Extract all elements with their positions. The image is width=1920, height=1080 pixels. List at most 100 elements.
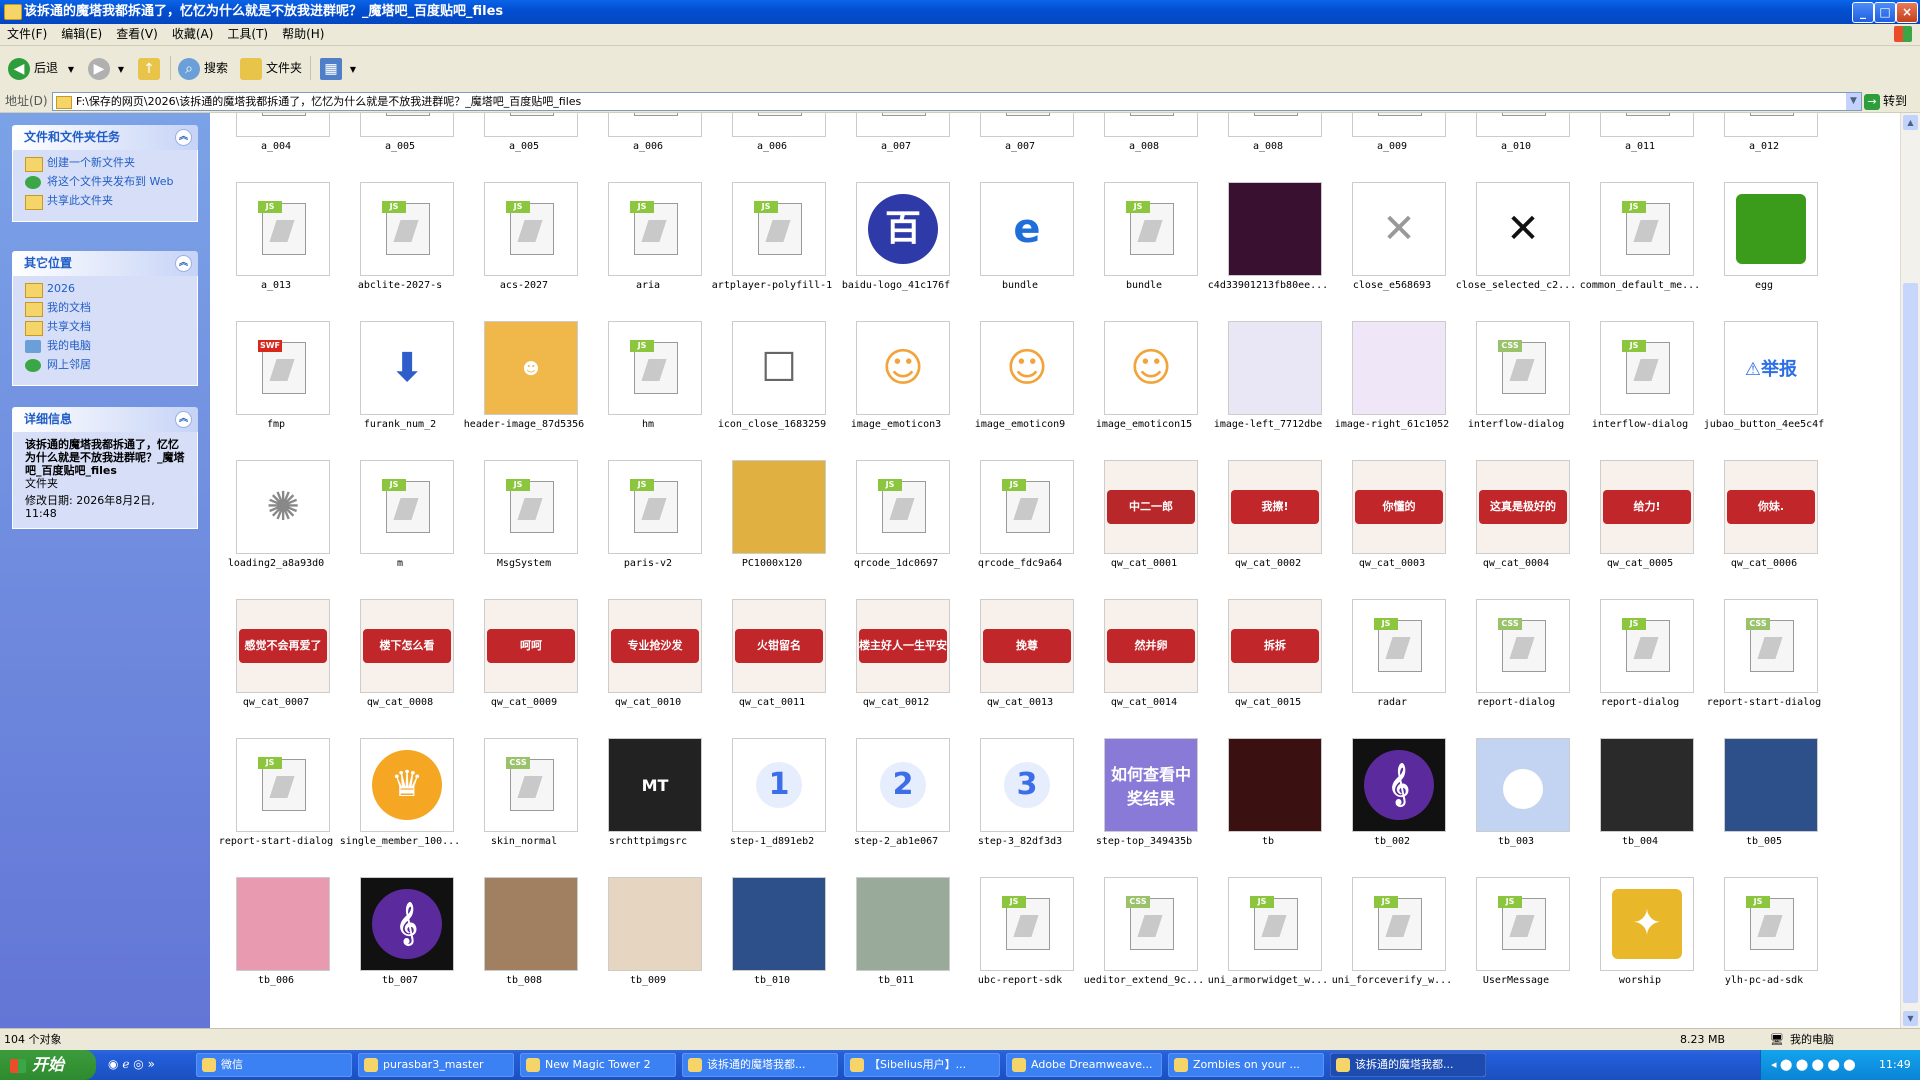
details-header[interactable]: 详细信息 ︽ [12,407,198,432]
file-item[interactable]: JS a_012 [1702,113,1826,178]
file-thumbnail[interactable]: MT [608,738,702,832]
file-item[interactable]: CSS report-dialog [1454,599,1578,734]
file-item[interactable]: JS report-start-dialog [214,738,338,873]
file-item[interactable]: JS report-dialog [1578,599,1702,734]
scroll-down-icon[interactable]: ▼ [1903,1011,1918,1026]
file-item[interactable]: 楼下怎么看 qw_cat_0008 [338,599,462,734]
collapse-chevron-icon[interactable]: ︽ [175,129,192,146]
menu-edit[interactable]: 编辑(E) [54,24,109,45]
file-thumbnail[interactable] [1724,182,1818,276]
file-thumbnail[interactable]: 1 [732,738,826,832]
file-thumbnail[interactable]: JS [980,113,1074,137]
file-item[interactable]: JS m [338,460,462,595]
file-thumbnail[interactable]: JS [608,321,702,415]
file-item[interactable]: ✕ close_selected_c2... [1454,182,1578,317]
file-thumbnail[interactable]: CSS [856,113,950,137]
file-thumbnail[interactable]: 我擦! [1228,460,1322,554]
file-item[interactable]: JS acs-2027 [462,182,586,317]
file-item[interactable]: tb [1206,738,1330,873]
file-item[interactable]: JS qrcode_1dc0697 [834,460,958,595]
media-player-icon[interactable]: ◎ [133,1057,143,1071]
file-thumbnail[interactable]: e [980,182,1074,276]
file-item[interactable]: 如何查看中奖结果 step-top_349435b [1082,738,1206,873]
file-item[interactable]: 挽尊 qw_cat_0013 [958,599,1082,734]
file-item[interactable]: CSS ueditor_extend_9c... [1082,877,1206,1012]
file-item[interactable]: JS radar [1330,599,1454,734]
file-thumbnail[interactable]: JS [1104,182,1198,276]
file-item[interactable]: CSS a_005 [338,113,462,178]
place-shared-documents[interactable]: 共享文档 [25,320,189,336]
menu-tools[interactable]: 工具(T) [220,24,275,45]
back-button[interactable]: ◀ 后退 ▼ [8,54,74,82]
file-item[interactable]: ☺ image_emoticon9 [958,321,1082,456]
file-item[interactable]: image-left_7712dbe [1206,321,1330,456]
file-item[interactable]: JS common_default_me... [1578,182,1702,317]
file-item[interactable]: 你懂的 qw_cat_0003 [1330,460,1454,595]
file-item[interactable]: 给力! qw_cat_0005 [1578,460,1702,595]
file-thumbnail[interactable]: JS [484,182,578,276]
file-thumbnail[interactable]: 然并卵 [1104,599,1198,693]
file-thumbnail[interactable]: JS [236,182,330,276]
file-item[interactable]: JS a_013 [214,182,338,317]
file-item[interactable]: JS a_009 [1330,113,1454,178]
file-thumbnail[interactable] [1600,738,1694,832]
file-thumbnail[interactable]: 感觉不会再爱了 [236,599,330,693]
file-item[interactable]: JS a_010 [1454,113,1578,178]
file-thumbnail[interactable]: 楼主好人一生平安 [856,599,950,693]
task-new-folder[interactable]: 创建一个新文件夹 [25,156,189,172]
file-thumbnail[interactable]: 𝄞 [1352,738,1446,832]
file-thumbnail[interactable]: 拆拆 [1228,599,1322,693]
file-thumbnail[interactable]: JS [1600,113,1694,137]
file-thumbnail[interactable]: ✦ [1600,877,1694,971]
file-item[interactable]: JS a_006 [710,113,834,178]
file-item[interactable]: ⚠举报 jubao_button_4ee5c4f [1702,321,1826,456]
file-thumbnail[interactable]: JS [1724,113,1818,137]
file-thumbnail[interactable]: ☐ [732,321,826,415]
collapse-chevron-icon[interactable]: ︽ [175,411,192,428]
file-item[interactable]: JS aria [586,182,710,317]
file-thumbnail[interactable] [1228,182,1322,276]
ie-icon[interactable]: ℯ [122,1057,129,1071]
vertical-scrollbar[interactable]: ▲ ▼ [1900,113,1920,1028]
views-button[interactable]: ▦ ▼ [320,54,356,82]
file-thumbnail[interactable] [484,877,578,971]
file-thumbnail[interactable]: 挽尊 [980,599,1074,693]
file-thumbnail[interactable]: 如何查看中奖结果 [1104,738,1198,832]
file-thumbnail[interactable]: ✺ [236,460,330,554]
file-item[interactable]: tb_011 [834,877,958,1012]
file-item[interactable]: JS MsgSystem [462,460,586,595]
file-thumbnail[interactable]: 𝄞 [360,877,454,971]
file-item[interactable]: JS bundle [1082,182,1206,317]
file-item[interactable]: 感觉不会再爱了 qw_cat_0007 [214,599,338,734]
file-thumbnail[interactable]: JS [1352,877,1446,971]
file-item[interactable]: egg [1702,182,1826,317]
file-tasks-header[interactable]: 文件和文件夹任务 ︽ [12,125,198,150]
file-item[interactable]: 𝄞 tb_002 [1330,738,1454,873]
file-thumbnail[interactable]: 2 [856,738,950,832]
file-thumbnail[interactable]: ☻ [484,321,578,415]
file-thumbnail[interactable]: 这真是极好的 [1476,460,1570,554]
minimize-button[interactable]: _ [1852,2,1874,23]
file-item[interactable]: 呵呵 qw_cat_0009 [462,599,586,734]
up-folder-button[interactable]: ↑ [138,54,164,82]
start-button[interactable]: 开始 [0,1050,96,1080]
file-item[interactable]: SWF fmp [214,321,338,456]
file-thumbnail[interactable] [1476,738,1570,832]
file-thumbnail[interactable]: CSS [608,113,702,137]
file-item[interactable]: ⬇ furank_num_2 [338,321,462,456]
scroll-thumb[interactable] [1903,283,1918,1003]
file-item[interactable]: ☺ image_emoticon15 [1082,321,1206,456]
show-desktop-icon[interactable]: ◉ [108,1057,118,1071]
tray-icons[interactable]: ◂ ⬤ ⬤ ⬤ ⬤ ⬤ [1771,1050,1856,1080]
file-item[interactable]: 百度贴吧 baidu-logo_41c176f [834,182,958,317]
file-item[interactable]: PC1000x120 [710,460,834,595]
file-item[interactable]: JS paris-v2 [586,460,710,595]
file-item[interactable]: CSS interflow-dialog [1454,321,1578,456]
file-thumbnail[interactable]: JS [1476,877,1570,971]
file-thumbnail[interactable]: CSS [360,113,454,137]
dropdown-arrow-icon[interactable]: ▼ [118,65,124,74]
menu-view[interactable]: 查看(V) [109,24,165,45]
file-thumbnail[interactable]: ♛ [360,738,454,832]
address-dropdown-icon[interactable]: ▼ [1846,93,1861,110]
file-item[interactable]: tb_009 [586,877,710,1012]
